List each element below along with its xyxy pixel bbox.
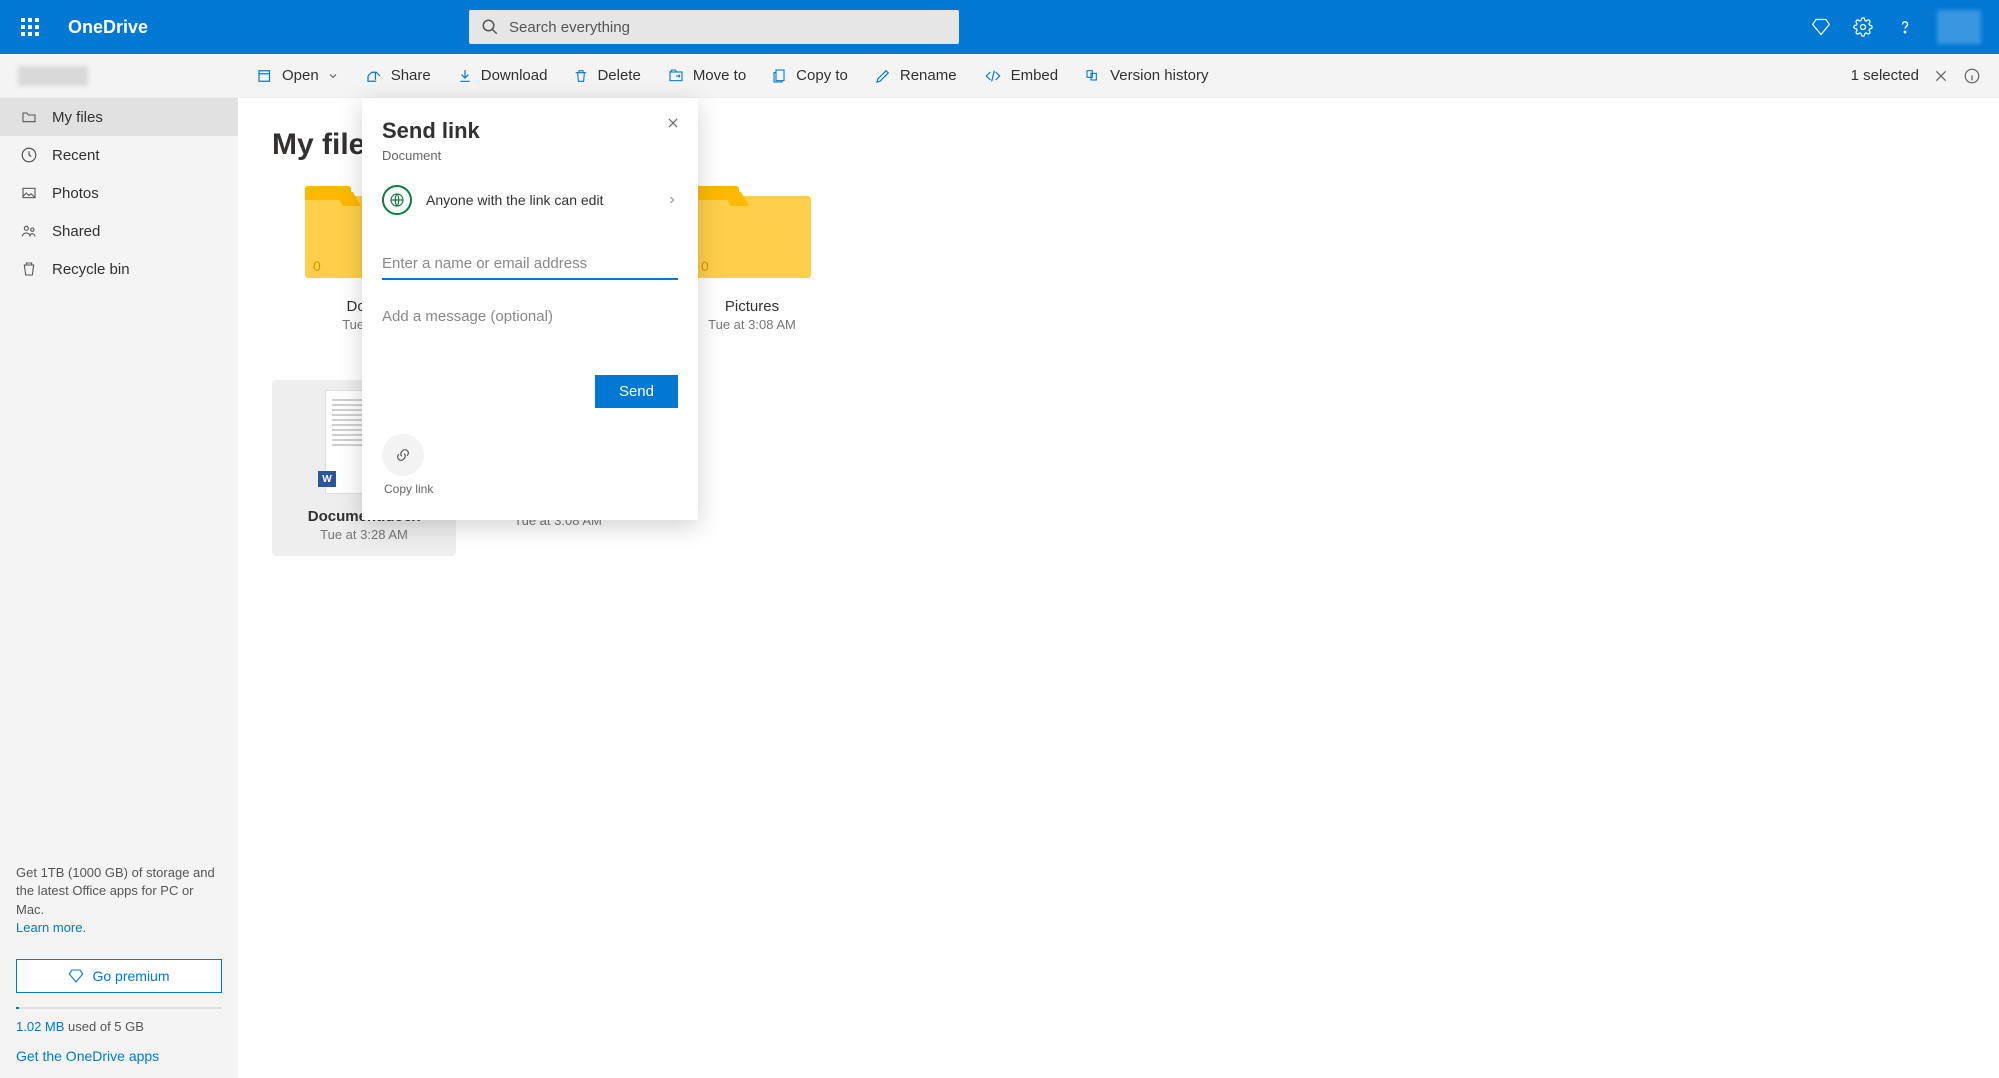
download-button[interactable]: Download — [457, 67, 548, 84]
sidebar-item-label: Recent — [52, 147, 100, 164]
selection-count: 1 selected — [1851, 67, 1919, 84]
folder-date: Tue at 3:08 AM — [708, 317, 796, 332]
rename-button[interactable]: Rename — [874, 67, 957, 85]
share-label: Share — [391, 67, 431, 84]
command-bar: Open Share Download Delete Move to Copy … — [0, 54, 1999, 98]
sidebar-item-label: My files — [52, 109, 103, 126]
link-icon — [392, 447, 414, 463]
version-history-button[interactable]: Version history — [1084, 67, 1208, 84]
sidebar-item-shared[interactable]: Shared — [0, 212, 238, 250]
storage-bar — [16, 1007, 222, 1009]
learn-more-link[interactable]: Learn more. — [16, 920, 86, 935]
clock-icon — [20, 146, 38, 164]
get-apps-link[interactable]: Get the OneDrive apps — [16, 1048, 159, 1064]
help-icon[interactable] — [1895, 17, 1915, 37]
search-container — [469, 10, 959, 44]
photo-icon — [20, 185, 38, 201]
moveto-label: Move to — [693, 67, 746, 84]
folder-icon: 0 — [693, 196, 811, 278]
embed-button[interactable]: Embed — [983, 67, 1059, 84]
search-input[interactable] — [469, 10, 959, 44]
copy-link-button[interactable] — [382, 434, 424, 476]
sidebar: My files Recent Photos Shared Recycle bi… — [0, 98, 238, 1078]
sidebar-item-photos[interactable]: Photos — [0, 174, 238, 212]
embed-label: Embed — [1011, 67, 1059, 84]
folder-name: Pictures — [725, 298, 779, 315]
clear-selection-button[interactable] — [1933, 68, 1949, 84]
storage-used: 1.02 MB — [16, 1019, 64, 1034]
waffle-icon — [21, 18, 39, 36]
dialog-title: Send link — [382, 118, 678, 144]
chevron-right-icon — [666, 194, 678, 206]
permission-text: Anyone with the link can edit — [426, 192, 652, 208]
globe-icon — [382, 185, 412, 215]
premium-diamond-icon[interactable] — [1811, 17, 1831, 37]
chevron-down-icon — [327, 70, 339, 82]
people-icon — [20, 223, 38, 239]
account-avatar[interactable] — [1937, 10, 1981, 44]
file-date: Tue at 3:28 AM — [320, 527, 408, 542]
folder-count: 0 — [313, 258, 321, 274]
rename-label: Rename — [900, 67, 957, 84]
account-name-redacted — [18, 66, 88, 86]
sidebar-item-label: Shared — [52, 223, 100, 240]
diamond-icon — [68, 968, 84, 984]
storage-status: 1.02 MB used of 5 GB — [0, 1007, 238, 1042]
folder-icon — [20, 109, 38, 125]
download-label: Download — [481, 67, 548, 84]
moveto-button[interactable]: Move to — [667, 67, 746, 84]
message-input[interactable] — [382, 302, 678, 331]
close-dialog-button[interactable] — [666, 116, 680, 130]
recipient-input[interactable] — [382, 249, 678, 280]
send-button[interactable]: Send — [595, 375, 678, 408]
delete-button[interactable]: Delete — [573, 67, 640, 84]
go-premium-label: Go premium — [92, 968, 169, 984]
settings-gear-icon[interactable] — [1853, 17, 1873, 37]
copyto-button[interactable]: Copy to — [772, 67, 848, 85]
open-label: Open — [282, 67, 319, 84]
go-premium-button[interactable]: Go premium — [16, 959, 222, 993]
storage-total: used of 5 GB — [64, 1019, 144, 1034]
info-button[interactable] — [1963, 67, 1981, 85]
sidebar-item-label: Recycle bin — [52, 261, 130, 278]
header-actions — [1811, 10, 1989, 44]
word-badge-icon: W — [318, 471, 336, 487]
app-launcher-button[interactable] — [10, 7, 50, 47]
app-header: OneDrive — [0, 0, 1999, 54]
link-permission-button[interactable]: Anyone with the link can edit — [382, 185, 678, 215]
sidebar-item-label: Photos — [52, 185, 99, 202]
promo-text: Get 1TB (1000 GB) of storage and — [16, 864, 222, 882]
brand-title: OneDrive — [68, 17, 148, 38]
copy-link-label: Copy link — [384, 482, 433, 496]
recycle-bin-icon — [20, 260, 38, 278]
open-button[interactable]: Open — [256, 67, 339, 85]
send-link-dialog: Send link Document Anyone with the link … — [362, 98, 698, 520]
share-button[interactable]: Share — [365, 67, 431, 85]
search-icon — [481, 18, 499, 36]
sidebar-item-recent[interactable]: Recent — [0, 136, 238, 174]
sidebar-item-recycle-bin[interactable]: Recycle bin — [0, 250, 238, 288]
sidebar-item-my-files[interactable]: My files — [0, 98, 238, 136]
copyto-label: Copy to — [796, 67, 848, 84]
premium-promo: Get 1TB (1000 GB) of storage and the lat… — [0, 854, 238, 951]
folder-count: 0 — [701, 258, 709, 274]
version-history-label: Version history — [1110, 67, 1208, 84]
delete-label: Delete — [597, 67, 640, 84]
promo-text: the latest Office apps for PC or Mac. — [16, 882, 222, 918]
dialog-subtitle: Document — [382, 148, 678, 163]
